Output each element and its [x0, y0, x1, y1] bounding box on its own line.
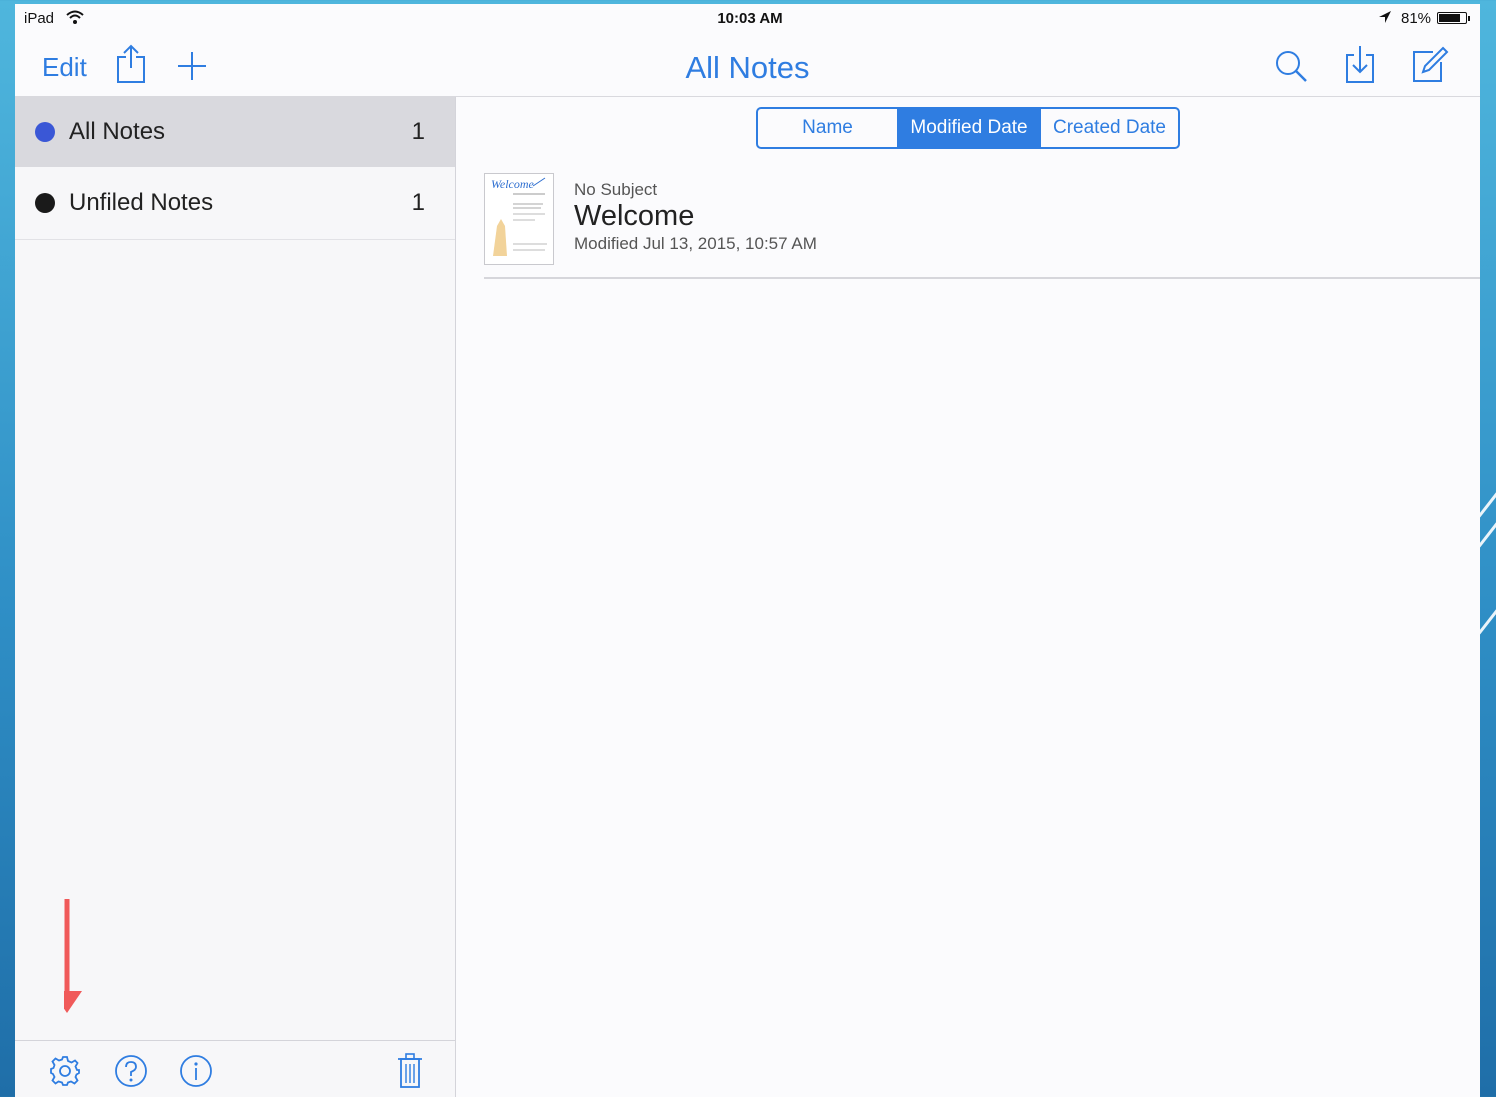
battery-fill: [1439, 14, 1460, 22]
decorative-stripe: [1477, 514, 1496, 548]
note-title: Welcome: [574, 200, 695, 232]
battery-percent: 81%: [1401, 10, 1432, 27]
info-icon[interactable]: [179, 1054, 213, 1093]
sort-created-date-button[interactable]: Created Date: [1040, 109, 1178, 147]
folder-color-dot: [35, 193, 55, 213]
note-list-item[interactable]: Welcome No Subject Welcome Modified Jul …: [484, 171, 1480, 279]
notes-list-pane: Name Modified Date Created Date Welcome: [456, 97, 1480, 1097]
ipad-screen: iPad 10:03 AM 81% Edit All Notes All Not…: [15, 4, 1480, 1097]
note-thumbnail: Welcome: [484, 173, 554, 265]
help-icon[interactable]: [114, 1054, 148, 1093]
sidebar-item-unfiled-notes[interactable]: Unfiled Notes 1: [15, 168, 455, 238]
sidebar-item-label: Unfiled Notes: [69, 189, 214, 216]
import-icon[interactable]: [1344, 44, 1376, 89]
note-thumbnail-art: Welcome: [491, 177, 547, 256]
note-subject: No Subject: [574, 180, 658, 199]
sort-modified-date-button[interactable]: Modified Date: [897, 109, 1040, 147]
annotation-arrow: [52, 897, 94, 1020]
gear-icon[interactable]: [48, 1054, 82, 1093]
status-bar: iPad 10:03 AM 81%: [15, 4, 1480, 34]
nav-bar: Edit All Notes: [15, 34, 1480, 97]
divider: [15, 239, 455, 240]
sidebar-item-count: 1: [411, 118, 425, 145]
search-icon[interactable]: [1274, 49, 1308, 88]
sidebar-item-all-notes[interactable]: All Notes 1: [15, 97, 455, 167]
decorative-stripe: [1477, 601, 1496, 635]
battery-icon: [1437, 12, 1467, 24]
sort-segmented-control: Name Modified Date Created Date: [756, 107, 1180, 149]
thumbnail-title: Welcome: [491, 177, 535, 191]
sort-name-button[interactable]: Name: [758, 109, 897, 147]
battery-nub: [1468, 16, 1470, 21]
folder-color-dot: [35, 122, 55, 142]
page-title: All Notes: [685, 50, 810, 85]
status-time: 10:03 AM: [717, 10, 783, 27]
location-arrow-icon: [1377, 9, 1393, 29]
note-modified-date: Modified Jul 13, 2015, 10:57 AM: [574, 234, 817, 253]
sidebar-item-count: 1: [411, 189, 425, 216]
sidebar-item-label: All Notes: [69, 118, 166, 145]
trash-icon[interactable]: [397, 1053, 423, 1094]
decorative-stripe: [1477, 484, 1496, 518]
compose-icon[interactable]: [1411, 46, 1449, 89]
sidebar-toolbar: [15, 1040, 455, 1097]
